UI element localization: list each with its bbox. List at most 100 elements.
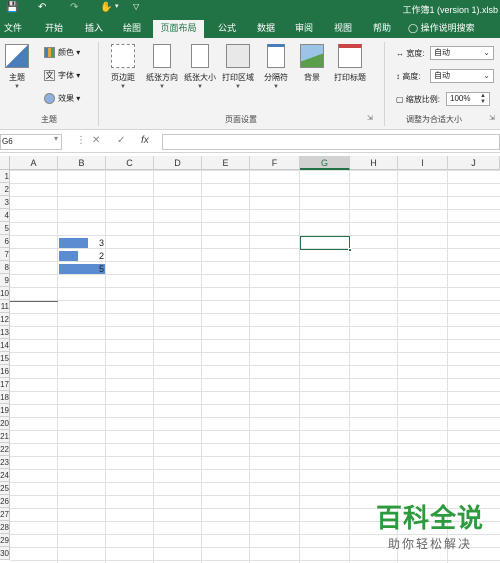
row-header[interactable]: 1 xyxy=(0,170,10,183)
print-area-label: 打印区域 xyxy=(222,73,254,82)
height-icon: ↕ xyxy=(396,72,400,81)
tab-page-layout[interactable]: 页面布局 xyxy=(153,20,204,38)
grid-line xyxy=(249,170,250,563)
save-icon[interactable]: 💾 xyxy=(6,2,18,13)
tab-formulas[interactable]: 公式 xyxy=(213,21,241,38)
row-header[interactable]: 18 xyxy=(0,391,10,404)
tab-help[interactable]: 帮助 xyxy=(368,21,396,38)
row-header[interactable]: 11 xyxy=(0,300,10,313)
scale-control[interactable]: ▢ 缩放比例: 100% ▲ ▼ xyxy=(396,92,490,106)
row-header[interactable]: 24 xyxy=(0,469,10,482)
scale-spinner[interactable]: 100% ▲ ▼ xyxy=(446,92,490,106)
row-header[interactable]: 20 xyxy=(0,417,10,430)
row-header[interactable]: 30 xyxy=(0,547,10,560)
print-area-button[interactable]: 打印区域 ▼ xyxy=(220,44,256,90)
scale-launcher-icon[interactable]: ⇲ xyxy=(489,114,495,122)
column-header-c[interactable]: C xyxy=(106,156,154,170)
cell-b7[interactable]: 2 xyxy=(84,251,104,261)
themes-button[interactable]: 主题 ▼ xyxy=(4,44,30,90)
row-header[interactable]: 27 xyxy=(0,508,10,521)
cell-b6[interactable]: 3 xyxy=(84,238,104,248)
name-box[interactable]: G6 xyxy=(0,134,62,150)
row-header[interactable]: 5 xyxy=(0,222,10,235)
lightbulb-icon: ◯ xyxy=(408,23,419,33)
tab-insert[interactable]: 插入 xyxy=(80,21,108,38)
background-image-icon xyxy=(300,44,324,68)
undo-icon[interactable]: ↶ xyxy=(38,2,46,13)
tab-data[interactable]: 数据 xyxy=(252,21,280,38)
height-select[interactable]: 自动 ⌄ xyxy=(430,69,494,83)
print-titles-button[interactable]: 打印标题 xyxy=(332,44,368,83)
data-bar xyxy=(59,251,78,261)
redo-icon[interactable]: ↷ xyxy=(70,2,78,13)
chevron-down-icon: ▼ xyxy=(14,84,20,90)
width-select[interactable]: 自动 ⌄ xyxy=(430,46,494,60)
size-button[interactable]: 纸张大小 ▼ xyxy=(182,44,218,90)
page-setup-group-label: 页面设置 xyxy=(225,115,257,124)
row-header[interactable]: 23 xyxy=(0,456,10,469)
row-header[interactable]: 28 xyxy=(0,521,10,534)
tab-home[interactable]: 开始 xyxy=(40,21,68,38)
tab-draw[interactable]: 绘图 xyxy=(118,21,146,38)
chevron-down-icon[interactable]: ▾ xyxy=(54,134,58,143)
width-control[interactable]: ↔ 宽度: 自动 ⌄ xyxy=(396,46,494,60)
row-header[interactable]: 10 xyxy=(0,287,10,300)
row-header[interactable]: 8 xyxy=(0,261,10,274)
tab-view[interactable]: 视图 xyxy=(329,21,357,38)
row-header[interactable]: 9 xyxy=(0,274,10,287)
drag-handle-icon[interactable]: ⋮ xyxy=(76,135,86,146)
column-header-i[interactable]: I xyxy=(398,156,448,170)
column-header-f[interactable]: F xyxy=(250,156,300,170)
row-header[interactable]: 19 xyxy=(0,404,10,417)
effects-button[interactable]: 效果 ▾ xyxy=(44,93,80,105)
select-all-corner[interactable] xyxy=(0,156,10,170)
row-header[interactable]: 6 xyxy=(0,235,10,248)
row-header[interactable]: 13 xyxy=(0,326,10,339)
row-header[interactable]: 16 xyxy=(0,365,10,378)
tab-file[interactable]: 文件 xyxy=(0,21,26,38)
touch-dropdown-icon[interactable]: ▾ xyxy=(115,2,119,10)
column-header-j[interactable]: J xyxy=(448,156,500,170)
row-header[interactable]: 14 xyxy=(0,339,10,352)
column-header-e[interactable]: E xyxy=(202,156,250,170)
breaks-button[interactable]: 分隔符 ▼ xyxy=(262,44,290,90)
margins-button[interactable]: 页边距 ▼ xyxy=(108,44,138,90)
formula-input[interactable] xyxy=(162,134,500,150)
column-header-g[interactable]: G xyxy=(300,156,350,170)
cancel-icon[interactable]: ✕ xyxy=(92,135,100,146)
column-header-d[interactable]: D xyxy=(154,156,202,170)
row-header[interactable]: 12 xyxy=(0,313,10,326)
row-header[interactable]: 15 xyxy=(0,352,10,365)
cell-b8[interactable]: 5 xyxy=(84,264,104,274)
page-setup-launcher-icon[interactable]: ⇲ xyxy=(367,114,373,122)
row-header[interactable]: 29 xyxy=(0,534,10,547)
insert-function-icon[interactable]: fx xyxy=(141,135,149,146)
row-header[interactable]: 21 xyxy=(0,430,10,443)
row-header[interactable]: 2 xyxy=(0,183,10,196)
column-header-h[interactable]: H xyxy=(350,156,398,170)
enter-icon[interactable]: ✓ xyxy=(117,135,125,146)
fonts-button[interactable]: 文字体 ▾ xyxy=(44,70,80,82)
row-header[interactable]: 25 xyxy=(0,482,10,495)
row-header[interactable]: 26 xyxy=(0,495,10,508)
width-label: 宽度: xyxy=(406,49,425,58)
column-header-a[interactable]: A xyxy=(10,156,58,170)
height-control[interactable]: ↕ 高度: 自动 ⌄ xyxy=(396,69,494,83)
tab-review[interactable]: 审阅 xyxy=(290,21,318,38)
tell-me-search[interactable]: ◯ 操作说明搜索 xyxy=(408,21,498,38)
customize-qat-icon[interactable]: ▽ xyxy=(133,2,139,11)
orientation-button[interactable]: 纸张方向 ▼ xyxy=(144,44,180,90)
row-header[interactable]: 22 xyxy=(0,443,10,456)
fill-handle[interactable] xyxy=(348,248,352,252)
selected-cell-g6[interactable] xyxy=(300,236,352,252)
row-header[interactable]: 7 xyxy=(0,248,10,261)
scale-group-label: 调整为合适大小 xyxy=(406,115,462,124)
column-header-b[interactable]: B xyxy=(58,156,106,170)
colors-button[interactable]: 颜色 ▾ xyxy=(44,47,80,59)
background-button[interactable]: 背景 xyxy=(300,44,324,83)
touch-mode-icon[interactable]: ✋ xyxy=(100,2,112,13)
fonts-label: 字体 xyxy=(58,71,74,80)
row-header[interactable]: 17 xyxy=(0,378,10,391)
row-header[interactable]: 3 xyxy=(0,196,10,209)
row-header[interactable]: 4 xyxy=(0,209,10,222)
